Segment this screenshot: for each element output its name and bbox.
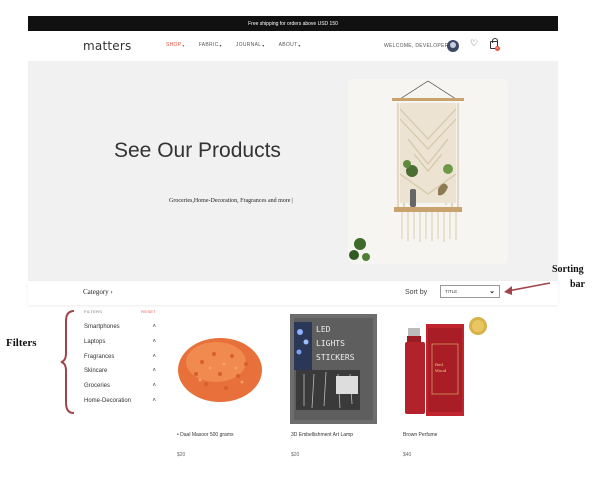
filter-label: Smartphones [84, 324, 120, 331]
filters-panel: FILTERS RESET Smartphones ˄ Laptops ˄ Frag… [84, 309, 156, 408]
chevron-up-icon: ˄ [152, 339, 156, 346]
svg-text:Red: Red [435, 362, 443, 367]
chevron-up-icon: ˄ [152, 324, 156, 331]
product-image-lentils[interactable] [176, 314, 263, 424]
cart-count-badge: 0 [495, 46, 500, 51]
page: Free shipping for orders above USD 150 m… [0, 0, 608, 485]
nav-about[interactable]: ABOUT ▾ [279, 42, 301, 48]
filter-label: Groceries [84, 383, 111, 390]
annotation-filters: Filters [6, 337, 37, 349]
filter-home-decoration[interactable]: Home-Decoration ˄ [84, 393, 156, 408]
lamp-text-1: LED [316, 325, 331, 334]
product-name[interactable]: 3D Embellishment Art Lamp [291, 432, 353, 438]
welcome-text: WELCOME, DEVELOPER [384, 43, 449, 49]
site-header: matters SHOP ▾ FABRIC ▾ JOURNAL ▾ ABOUT ▾ WE… [28, 33, 558, 59]
nav-shop-label: SHOP [166, 42, 182, 48]
chevron-up-icon: ˄ [152, 353, 156, 360]
filter-label: Home-Decoration [84, 397, 132, 404]
filter-label: Skincare [84, 368, 108, 375]
annotation-sorting: Sorting [552, 264, 584, 275]
product-name[interactable]: Brown Perfume [403, 432, 437, 438]
annotation-sorting-bar: bar [570, 279, 585, 290]
hero-title: See Our Products [114, 139, 281, 162]
hero-subtitle: Groceries,Home-Decoration, Fragrances an… [169, 198, 293, 204]
nav-fabric[interactable]: FABRIC ▾ [199, 42, 222, 48]
promo-bar: Free shipping for orders above USD 150 [28, 16, 558, 31]
product-image-lamp[interactable]: LED LIGHTS STICKERS [290, 314, 377, 424]
filters-heading: FILTERS [84, 309, 103, 314]
filter-list: Smartphones ˄ Laptops ˄ Fragrances ˄ Skinca… [84, 320, 156, 408]
lamp-text-3: STICKERS [316, 353, 355, 362]
filter-smartphones[interactable]: Smartphones ˄ [84, 320, 156, 335]
product-price: $20 [177, 452, 186, 458]
filter-laptops[interactable]: Laptops ˄ [84, 335, 156, 350]
sort-by-label: Sort by [405, 289, 428, 296]
lamp-text-2: LIGHTS [316, 339, 345, 348]
chevron-right-icon: › [110, 288, 113, 296]
chevron-down-icon: ▾ [262, 42, 265, 48]
sort-select-value: TITLE [445, 289, 458, 294]
sorting-bar: Category › Sort by TITLE ⌄ [28, 281, 558, 305]
macrame-shelf-image [348, 79, 508, 264]
nav-journal-label: JOURNAL [235, 42, 262, 48]
category-label: Category [83, 288, 109, 296]
product-image-perfume[interactable]: Red Wood [402, 314, 489, 424]
filter-label: Laptops [84, 339, 106, 346]
product-price: $20 [291, 452, 300, 458]
nav-fabric-label: FABRIC [198, 42, 219, 48]
filter-skincare[interactable]: Skincare ˄ [84, 364, 156, 379]
filter-label: Fragrances [84, 353, 115, 360]
product-name[interactable]: • Daal Masoor 500 grams [177, 432, 234, 438]
chevron-down-icon: ▾ [298, 42, 301, 48]
product-card[interactable]: Red Wood Brown Perfume $40 [402, 314, 489, 458]
filters-header: FILTERS RESET [84, 309, 156, 314]
promo-text: Free shipping for orders above USD 150 [248, 20, 338, 27]
sort-select[interactable]: TITLE ⌄ [440, 285, 500, 298]
avatar[interactable] [447, 40, 459, 52]
product-card[interactable]: • Daal Masoor 500 grams $20 [176, 314, 263, 458]
chevron-down-icon: ▾ [182, 42, 185, 48]
hero-banner: See Our Products Groceries,Home-Decorati… [28, 61, 558, 281]
product-name-text: Daal Masoor 500 grams [180, 432, 234, 438]
hero-subtitle-text: Groceries,Home-Decoration, Fragrances an… [169, 198, 291, 204]
chevron-down-icon: ⌄ [489, 288, 495, 295]
category-dropdown[interactable]: Category › [83, 288, 113, 296]
svg-text:Wood: Wood [435, 368, 447, 373]
chevron-up-icon: ˄ [152, 368, 156, 375]
nav-shop[interactable]: SHOP ▾ [166, 42, 185, 48]
chevron-down-icon: ▾ [219, 42, 222, 48]
main-nav: SHOP ▾ FABRIC ▾ JOURNAL ▾ ABOUT ▾ [166, 42, 301, 48]
filter-fragrances[interactable]: Fragrances ˄ [84, 349, 156, 364]
logo[interactable]: matters [83, 39, 131, 53]
heart-icon[interactable]: ♡ [470, 38, 478, 49]
product-card[interactable]: LED LIGHTS STICKERS 3D Embellishment Art… [290, 314, 377, 458]
product-price: $40 [403, 452, 412, 458]
filter-groceries[interactable]: Groceries ˄ [84, 379, 156, 394]
annotation-arrow-icon [504, 282, 551, 295]
reset-filters-button[interactable]: RESET [141, 309, 156, 314]
chevron-up-icon: ˄ [152, 397, 156, 404]
nav-journal[interactable]: JOURNAL ▾ [236, 42, 265, 48]
nav-about-label: ABOUT [278, 42, 298, 48]
chevron-up-icon: ˄ [152, 383, 156, 390]
filters-brace-icon [60, 310, 75, 414]
